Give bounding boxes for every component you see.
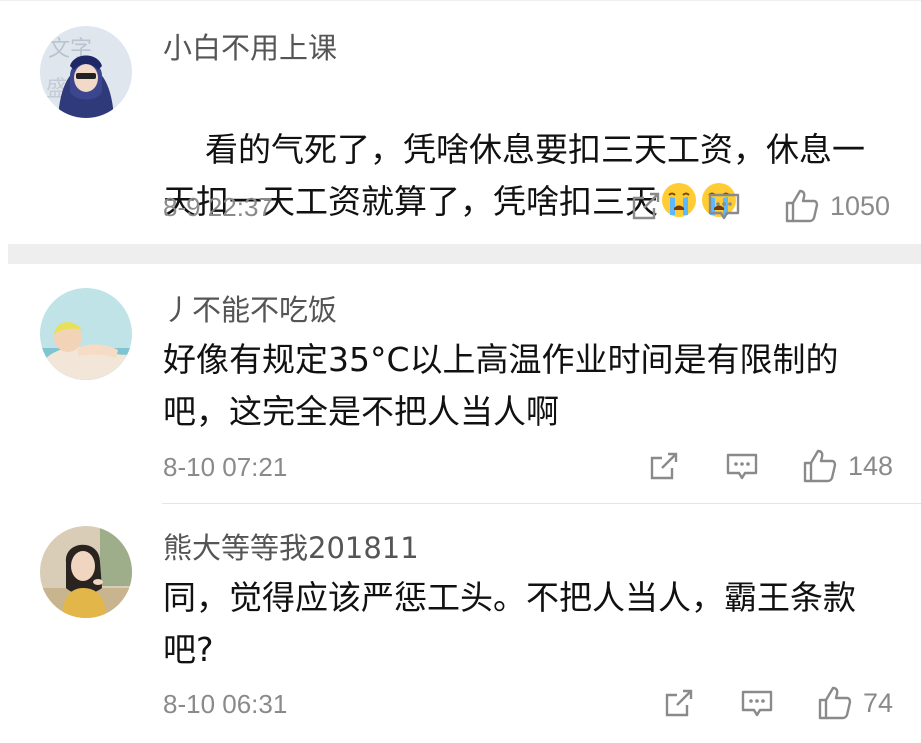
- thumbs-up-icon: [803, 449, 837, 483]
- share-icon: [632, 192, 660, 220]
- like-button[interactable]: 148: [802, 448, 893, 484]
- like-count: 148: [848, 451, 894, 481]
- comment-icon: [741, 690, 773, 717]
- comment-time: 8-10 06:31: [163, 689, 288, 719]
- share-icon: [650, 452, 678, 480]
- share-button[interactable]: [630, 190, 662, 222]
- comment-item: 丿不能不吃饭 好像有规定35°C以上高温作业时间是有限制的吧，这完全是不把人当人…: [0, 264, 921, 504]
- section-divider: [8, 244, 921, 264]
- like-count: 74: [863, 688, 894, 718]
- comment-content: 好像有规定35°C以上高温作业时间是有限制的吧，这完全是不把人当人啊: [163, 340, 839, 431]
- crying-face-icon: [660, 181, 698, 234]
- share-button[interactable]: [663, 687, 695, 719]
- comment-item: 文字 盛霸 小白不用上课 看的气死了，凭啥休息要扣三天工资，休息一天扣一天工资就…: [0, 0, 921, 244]
- like-count: 1050: [830, 191, 891, 221]
- comment-username[interactable]: 丿不能不吃饭: [163, 292, 337, 328]
- comment-time: 8-9 22:37: [163, 192, 273, 222]
- comment-time: 8-10 07:21: [163, 452, 288, 482]
- reply-button[interactable]: [725, 451, 759, 483]
- avatar[interactable]: [40, 526, 132, 618]
- comment-username[interactable]: 熊大等等我201811: [163, 530, 419, 566]
- reply-button[interactable]: [707, 191, 741, 223]
- comment-icon: [726, 453, 758, 480]
- thumbs-up-icon: [785, 189, 819, 223]
- like-button[interactable]: 1050: [784, 188, 890, 224]
- thumbs-up-icon: [818, 686, 852, 720]
- share-button[interactable]: [648, 450, 680, 482]
- comment-username[interactable]: 小白不用上课: [163, 30, 337, 66]
- share-icon: [665, 689, 693, 717]
- comment-item: 熊大等等我201811 同，觉得应该严惩工头。不把人当人，霸王条款吧? 8-10…: [0, 504, 921, 743]
- avatar[interactable]: 文字 盛霸: [40, 26, 132, 118]
- comment-icon: [708, 193, 740, 220]
- avatar[interactable]: [40, 288, 132, 380]
- comment-content: 同，觉得应该严惩工头。不把人当人，霸王条款吧?: [163, 578, 856, 669]
- reply-button[interactable]: [740, 688, 774, 720]
- like-button[interactable]: 74: [817, 685, 893, 721]
